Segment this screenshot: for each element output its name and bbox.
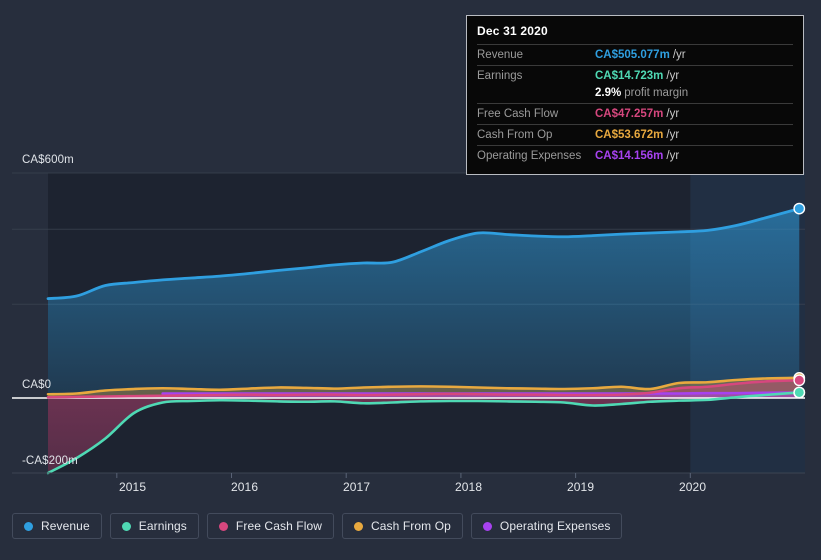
x-axis-label-2019: 2019: [567, 480, 595, 494]
tooltip-row-label: Revenue: [477, 49, 524, 61]
legend-item-cash-from-op[interactable]: Cash From Op: [342, 513, 463, 539]
legend-item-revenue[interactable]: Revenue: [12, 513, 102, 539]
legend-color-dot-icon: [482, 521, 492, 531]
tooltip-row-unit: /yr: [666, 150, 680, 162]
legend-item-operating-expenses[interactable]: Operating Expenses: [470, 513, 623, 539]
tooltip-row-label: Operating Expenses: [477, 150, 582, 162]
legend-item-label: Free Cash Flow: [235, 519, 323, 533]
x-axis-label-2016: 2016: [231, 480, 259, 494]
tooltip-row-value-group: CA$47.257m/yr: [595, 107, 679, 121]
legend-item-label: Cash From Op: [371, 519, 451, 533]
tooltip-row-unit: /yr: [666, 108, 680, 120]
tooltip-row-value: 2.9%: [595, 87, 622, 99]
legend-item-earnings[interactable]: Earnings: [109, 513, 199, 539]
tooltip-row-unit: /yr: [672, 49, 686, 61]
data-tooltip: Dec 31 2020 Revenue CA$505.077m/yr Earning…: [466, 15, 804, 175]
legend-item-label: Earnings: [138, 519, 187, 533]
tooltip-row-value: CA$505.077m: [595, 49, 670, 61]
tooltip-row-label: Earnings: [477, 70, 523, 82]
legend-color-dot-icon: [121, 521, 131, 531]
legend-color-dot-icon: [354, 521, 364, 531]
tooltip-row: Operating Expenses CA$14.156m/yr: [477, 145, 793, 166]
x-axis-label-2020: 2020: [679, 480, 707, 494]
y-axis-label-0: CA$0: [22, 379, 52, 391]
y-axis-label-600m: CA$600m: [22, 154, 74, 166]
tooltip-row-label: Free Cash Flow: [477, 108, 559, 120]
tooltip-row-value-group: CA$14.723m/yr: [595, 69, 679, 83]
x-axis-label-2017: 2017: [343, 480, 371, 494]
tooltip-row-value: CA$53.672m: [595, 129, 664, 141]
legend-item-label: Operating Expenses: [499, 519, 611, 533]
tooltip-row-unit: profit margin: [624, 87, 689, 99]
financial-chart: CA$600m CA$0 -CA$200m 2015 2016 2017 201…: [0, 0, 821, 560]
tooltip-row: 2.9% profit margin: [477, 86, 793, 103]
chart-legend: Revenue Earnings Free Cash Flow Cash From O…: [12, 513, 623, 539]
free-cash-flow-endpoint-marker[interactable]: [793, 374, 806, 387]
y-axis-label-neg200m: -CA$200m: [22, 455, 78, 467]
legend-color-dot-icon: [24, 521, 33, 531]
tooltip-row-unit: /yr: [666, 129, 680, 141]
tooltip-date: Dec 31 2020: [477, 24, 548, 38]
revenue-endpoint-marker[interactable]: [793, 202, 806, 215]
tooltip-row-value-group: CA$14.156m/yr: [595, 149, 679, 163]
tooltip-row-value-group: CA$53.672m/yr: [595, 128, 679, 142]
tooltip-row: Cash From Op CA$53.672m/yr: [477, 124, 793, 145]
tooltip-row: Revenue CA$505.077m/yr: [477, 44, 793, 65]
tooltip-row-value: CA$47.257m: [595, 108, 664, 120]
tooltip-row: Earnings CA$14.723m/yr: [477, 65, 793, 86]
x-axis-label-2015: 2015: [119, 480, 147, 494]
tooltip-row-value: CA$14.156m: [595, 150, 664, 162]
tooltip-row-label: Cash From Op: [477, 129, 553, 141]
tooltip-row-value: CA$14.723m: [595, 70, 664, 82]
tooltip-rows: Revenue CA$505.077m/yr Earnings CA$14.723m /…: [477, 44, 793, 166]
x-axis-label-2018: 2018: [455, 480, 483, 494]
tooltip-row-value-group: 2.9% profit margin: [595, 86, 688, 100]
earnings-endpoint-marker[interactable]: [793, 386, 806, 399]
legend-color-dot-icon: [218, 521, 228, 531]
tooltip-row-unit: /yr: [666, 70, 680, 82]
tooltip-row-value-group: CA$505.077m/yr: [595, 48, 686, 62]
legend-item-label: Revenue: [41, 519, 90, 533]
legend-item-free-cash-flow[interactable]: Free Cash Flow: [206, 513, 335, 539]
tooltip-row: Free Cash Flow CA$47.257m/yr: [477, 103, 793, 124]
